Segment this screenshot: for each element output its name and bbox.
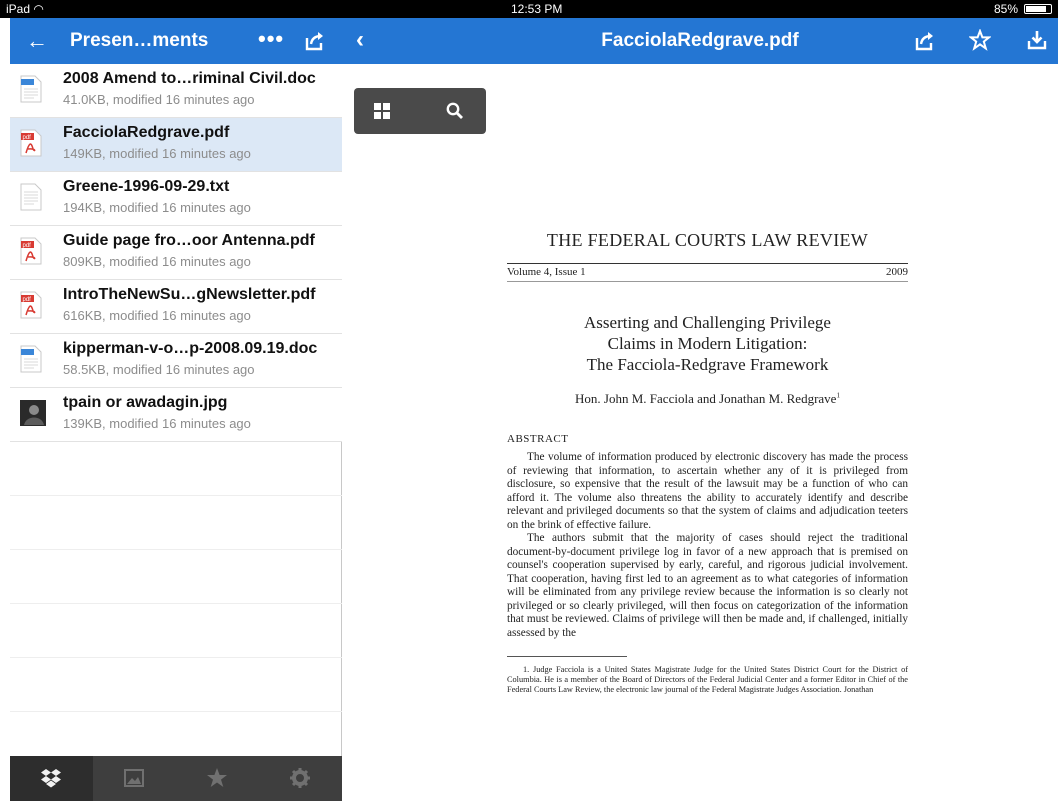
file-name: IntroTheNewSu…gNewsletter.pdf — [63, 286, 316, 303]
status-bar: iPad ◠ 12:53 PM 85% — [0, 0, 1058, 18]
back-arrow-icon[interactable]: ← — [26, 28, 48, 54]
file-name: Guide page fro…oor Antenna.pdf — [63, 232, 315, 249]
file-browser-sidebar: ← Presen…ments ••• 2008 Amend to…riminal… — [10, 18, 342, 801]
file-name: FacciolaRedgrave.pdf — [63, 124, 230, 141]
image-thumb-icon — [20, 399, 46, 427]
tab-photos[interactable] — [93, 756, 176, 801]
viewer-nav-bar: ‹ FacciolaRedgrave.pdf — [342, 18, 1058, 64]
folder-title: Presen…ments — [70, 30, 209, 51]
file-name: 2008 Amend to…riminal Civil.doc — [63, 70, 316, 87]
file-meta: 194KB, modified 16 minutes ago — [63, 200, 251, 215]
empty-list-row — [10, 550, 342, 604]
wifi-icon: ◠ — [33, 2, 44, 16]
file-meta: 149KB, modified 16 minutes ago — [63, 146, 251, 161]
svg-text:pdf: pdf — [23, 243, 32, 249]
file-name: tpain or awadagin.jpg — [63, 394, 228, 411]
file-meta: 139KB, modified 16 minutes ago — [63, 416, 251, 431]
file-row[interactable]: Greene-1996-09-29.txt 194KB, modified 16 … — [10, 172, 342, 226]
file-meta: 809KB, modified 16 minutes ago — [63, 254, 251, 269]
file-row[interactable]: pdf Guide page fro…oor Antenna.pdf 809KB, … — [10, 226, 342, 280]
file-meta: 41.0KB, modified 16 minutes ago — [63, 92, 255, 107]
share-icon[interactable] — [914, 30, 936, 52]
clock: 12:53 PM — [511, 2, 563, 16]
abstract-heading: ABSTRACT — [507, 433, 569, 445]
svg-text:pdf: pdf — [23, 297, 32, 303]
footnote-marker: 1 — [836, 391, 840, 400]
article-title-line: Claims in Modern Litigation: — [607, 334, 808, 353]
article-authors: Hon. John M. Facciola and Jonathan M. Re… — [575, 391, 840, 406]
file-row[interactable]: kipperman-v-o…p-2008.09.19.doc 58.5KB, mo… — [10, 334, 342, 388]
pdf-icon: pdf — [20, 291, 42, 319]
empty-list-row — [10, 658, 342, 712]
file-name: Greene-1996-09-29.txt — [63, 178, 230, 195]
pdf-page: THE FEDERAL COURTS LAW REVIEW Volume 4, … — [507, 230, 908, 695]
photos-icon — [124, 769, 144, 787]
device-label: iPad ◠ — [6, 2, 44, 16]
tab-favorites[interactable] — [176, 756, 259, 801]
favorite-star-icon[interactable] — [969, 29, 991, 51]
empty-list-row — [10, 496, 342, 550]
pdf-icon: pdf — [20, 129, 42, 157]
settings-gear-icon — [290, 768, 310, 788]
file-row[interactable]: 2008 Amend to…riminal Civil.doc 41.0KB, m… — [10, 64, 342, 118]
abstract-body: The volume of information produced by el… — [507, 451, 908, 640]
abstract-paragraph: The volume of information produced by el… — [507, 451, 908, 531]
pdf-icon: pdf — [20, 237, 42, 265]
file-meta: 616KB, modified 16 minutes ago — [63, 308, 251, 323]
doc-icon — [20, 75, 42, 103]
svg-text:pdf: pdf — [23, 135, 32, 141]
article-title-line: The Facciola-Redgrave Framework — [586, 355, 829, 374]
more-options-icon[interactable]: ••• — [258, 26, 284, 52]
doc-icon — [20, 345, 42, 373]
sidebar-nav-bar: ← Presen…ments ••• — [10, 18, 342, 64]
bottom-tab-bar — [10, 756, 342, 801]
dropbox-icon — [41, 769, 61, 788]
article-title-line: Asserting and Challenging Privilege — [584, 313, 831, 332]
file-row[interactable]: tpain or awadagin.jpg 139KB, modified 16 … — [10, 388, 342, 442]
favorites-star-icon — [207, 768, 227, 787]
empty-list-row — [10, 442, 342, 496]
tab-settings[interactable] — [259, 756, 342, 801]
search-icon[interactable] — [446, 102, 464, 120]
journal-name: THE FEDERAL COURTS LAW REVIEW — [546, 230, 869, 250]
document-viewer: ‹ FacciolaRedgrave.pdf THE FEDERAL COURT… — [342, 18, 1058, 801]
issue-label: Volume 4, Issue 1 — [507, 266, 586, 278]
download-icon[interactable] — [1026, 29, 1048, 51]
issue-line: Volume 4, Issue 1 2009 — [507, 263, 908, 282]
footnote-divider — [507, 656, 627, 657]
grid-view-icon[interactable] — [374, 103, 390, 119]
file-name: kipperman-v-o…p-2008.09.19.doc — [63, 340, 318, 357]
article-title: Asserting and Challenging Privilege Claim… — [507, 312, 908, 375]
empty-list-row — [10, 604, 342, 658]
viewer-toolbar — [354, 88, 486, 134]
tab-dropbox[interactable] — [10, 756, 93, 801]
file-meta: 58.5KB, modified 16 minutes ago — [63, 362, 255, 377]
document-title: FacciolaRedgrave.pdf — [601, 30, 799, 51]
share-icon[interactable] — [304, 30, 326, 52]
file-row[interactable]: pdf FacciolaRedgrave.pdf 149KB, modified 1… — [10, 118, 342, 172]
issue-year: 2009 — [886, 266, 908, 278]
battery-percent: 85% — [993, 2, 1018, 16]
abstract-paragraph: The authors submit that the majority of … — [507, 532, 908, 639]
battery-icon — [1024, 4, 1052, 14]
file-list: 2008 Amend to…riminal Civil.doc 41.0KB, m… — [10, 64, 342, 766]
footnote: 1. Judge Facciola is a United States Mag… — [507, 665, 908, 694]
file-row[interactable]: pdf IntroTheNewSu…gNewsletter.pdf 616KB, m… — [10, 280, 342, 334]
txt-icon — [20, 183, 42, 211]
